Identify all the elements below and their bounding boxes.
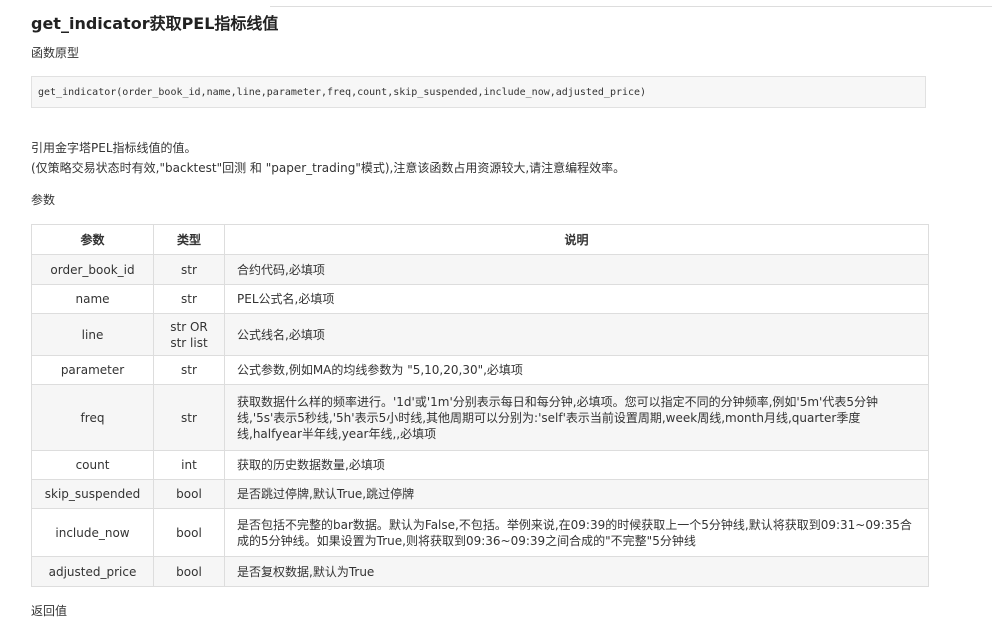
param-type: bool <box>153 556 225 587</box>
param-type: bool <box>153 508 225 557</box>
param-name: parameter <box>31 355 154 385</box>
param-name: skip_suspended <box>31 479 154 509</box>
param-type: str <box>153 384 225 451</box>
param-desc: 合约代码,必填项 <box>224 254 929 285</box>
param-type: str <box>153 355 225 385</box>
param-desc: 是否复权数据,默认为True <box>224 556 929 587</box>
param-desc: 获取数据什么样的频率进行。'1d'或'1m'分别表示每日和每分钟,必填项。您可以… <box>224 384 929 451</box>
param-type: str OR str list <box>153 313 225 356</box>
param-name: count <box>31 450 154 480</box>
table-row: order_book_id str 合约代码,必填项 <box>31 254 929 285</box>
header-type: 类型 <box>153 224 225 255</box>
section-title: get_indicator获取PEL指标线值 <box>31 14 279 33</box>
description-line-1: 引用金字塔PEL指标线值的值。 <box>31 141 197 155</box>
description: 引用金字塔PEL指标线值的值。 (仅策略交易状态时有效,"backtest"回测… <box>31 138 625 178</box>
table-row: line str OR str list 公式线名,必填项 <box>31 313 929 356</box>
top-divider <box>270 6 992 7</box>
param-desc: PEL公式名,必填项 <box>224 284 929 314</box>
prototype-code-block: get_indicator(order_book_id,name,line,pa… <box>31 76 926 108</box>
table-row: count int 获取的历史数据数量,必填项 <box>31 450 929 480</box>
params-label: 参数 <box>31 193 56 207</box>
description-line-2: (仅策略交易状态时有效,"backtest"回测 和 "paper_tradin… <box>31 161 626 175</box>
param-desc: 公式线名,必填项 <box>224 313 929 356</box>
params-table: 参数 类型 说明 order_book_id str 合约代码,必填项 name… <box>31 224 929 587</box>
table-row: include_now bool 是否包括不完整的bar数据。默认为False,… <box>31 508 929 557</box>
param-name: line <box>31 313 154 356</box>
param-name: adjusted_price <box>31 556 154 587</box>
param-name: name <box>31 284 154 314</box>
param-name: freq <box>31 384 154 451</box>
table-row: name str PEL公式名,必填项 <box>31 284 929 314</box>
prototype-label: 函数原型 <box>31 46 80 60</box>
param-desc: 获取的历史数据数量,必填项 <box>224 450 929 480</box>
param-type: str <box>153 254 225 285</box>
param-desc: 是否包括不完整的bar数据。默认为False,不包括。举例来说,在09:39的时… <box>224 508 929 557</box>
table-row: adjusted_price bool 是否复权数据,默认为True <box>31 556 929 587</box>
header-desc: 说明 <box>224 224 929 255</box>
param-type: int <box>153 450 225 480</box>
table-row: skip_suspended bool 是否跳过停牌,默认True,跳过停牌 <box>31 479 929 509</box>
param-desc: 公式参数,例如MA的均线参数为 "5,10,20,30",必填项 <box>224 355 929 385</box>
param-desc: 是否跳过停牌,默认True,跳过停牌 <box>224 479 929 509</box>
header-param: 参数 <box>31 224 154 255</box>
param-name: order_book_id <box>31 254 154 285</box>
param-type: str <box>153 284 225 314</box>
return-label: 返回值 <box>31 604 68 618</box>
param-type: bool <box>153 479 225 509</box>
table-row: freq str 获取数据什么样的频率进行。'1d'或'1m'分别表示每日和每分… <box>31 384 929 451</box>
param-name: include_now <box>31 508 154 557</box>
table-row: parameter str 公式参数,例如MA的均线参数为 "5,10,20,3… <box>31 355 929 385</box>
